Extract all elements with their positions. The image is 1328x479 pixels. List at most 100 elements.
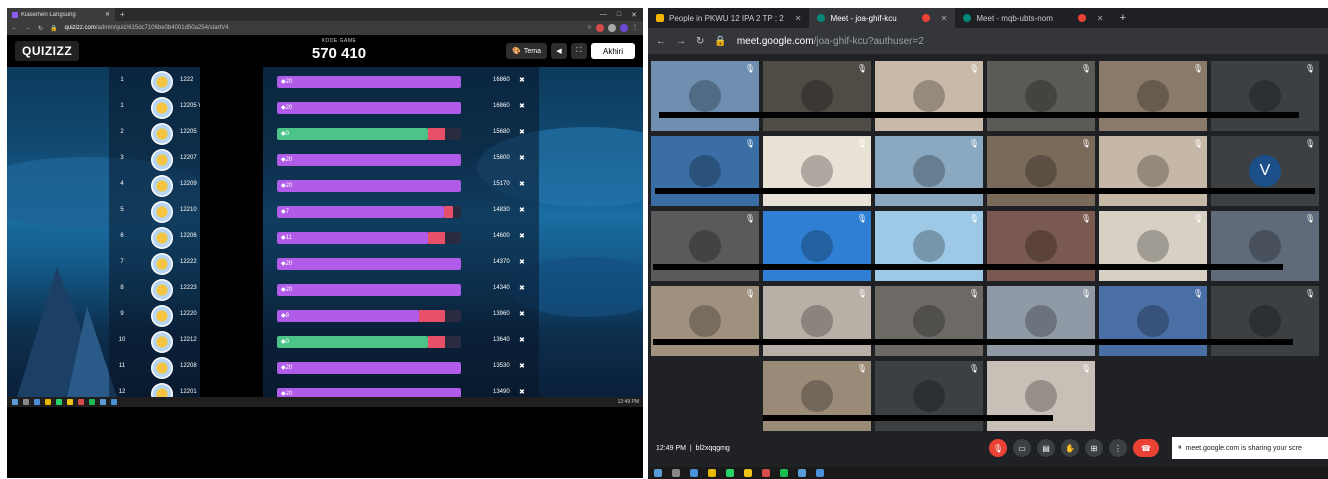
- windows-start-icon[interactable]: [654, 469, 662, 477]
- participant-tile[interactable]: 🎙: [987, 286, 1095, 356]
- star-icon[interactable]: ☆: [587, 24, 592, 32]
- forward-icon[interactable]: →: [676, 36, 686, 47]
- participant-tile[interactable]: 🎙: [763, 136, 871, 206]
- present-button[interactable]: ⊞: [1085, 439, 1103, 457]
- participant-tile[interactable]: 🎙: [651, 286, 759, 356]
- participant-tile[interactable]: 🎙: [1099, 211, 1207, 281]
- task-view-icon[interactable]: [672, 469, 680, 477]
- chrome-icon[interactable]: [67, 399, 73, 405]
- app-icon[interactable]: [762, 469, 770, 477]
- remove-player-icon[interactable]: ✖: [519, 76, 525, 84]
- progress-bar: ◆20: [277, 388, 461, 397]
- remove-player-icon[interactable]: ✖: [519, 258, 525, 266]
- tab-meet-2[interactable]: Meet - mqb-ubts-nom ✕: [955, 8, 1111, 28]
- captions-button[interactable]: ▤: [1037, 439, 1055, 457]
- participant-tile[interactable]: 🎙: [875, 136, 983, 206]
- theme-button[interactable]: 🎨 Tema: [506, 43, 547, 59]
- app-icon[interactable]: [78, 399, 84, 405]
- rank: 4: [120, 181, 124, 187]
- close-icon[interactable]: ✕: [105, 11, 110, 18]
- maximize-icon[interactable]: □: [617, 11, 621, 19]
- remove-player-icon[interactable]: ✖: [519, 362, 525, 370]
- app-icon[interactable]: [816, 469, 824, 477]
- tab-meet-1[interactable]: Meet - joa-ghif-kcu ✕: [809, 8, 956, 28]
- participant-tile[interactable]: 🎙: [763, 61, 871, 131]
- participant-avatar: [1249, 80, 1281, 112]
- remove-player-icon[interactable]: ✖: [519, 388, 525, 396]
- fullscreen-button[interactable]: ⛶: [570, 43, 587, 59]
- remove-player-icon[interactable]: ✖: [519, 336, 525, 344]
- remove-player-icon[interactable]: ✖: [519, 128, 525, 136]
- remove-player-icon[interactable]: ✖: [519, 284, 525, 292]
- participant-tile[interactable]: 🎙: [651, 211, 759, 281]
- remove-player-icon[interactable]: ✖: [519, 180, 525, 188]
- raise-hand-button[interactable]: ✋: [1061, 439, 1079, 457]
- whatsapp-icon[interactable]: [56, 399, 62, 405]
- remove-player-icon[interactable]: ✖: [519, 232, 525, 240]
- participant-tile[interactable]: 🎙 V: [1211, 136, 1319, 206]
- remove-player-icon[interactable]: ✖: [519, 102, 525, 110]
- participant-tile[interactable]: 🎙: [1211, 286, 1319, 356]
- close-window-icon[interactable]: ✕: [631, 11, 637, 19]
- participant-tile[interactable]: 🎙: [1099, 61, 1207, 131]
- minimize-icon[interactable]: —: [600, 11, 607, 19]
- spotify-icon[interactable]: [89, 399, 95, 405]
- tab-people[interactable]: People in PKWU 12 IPA 2 TP : 2 ✕: [648, 8, 809, 28]
- participant-tile[interactable]: 🎙: [875, 61, 983, 131]
- participant-tile[interactable]: 🎙: [763, 211, 871, 281]
- menu-icon[interactable]: ⋮: [632, 24, 638, 32]
- back-icon[interactable]: ←: [656, 36, 666, 47]
- progress-bar: ◆20: [277, 258, 461, 270]
- extension-icon[interactable]: [596, 24, 604, 32]
- app-icon[interactable]: [798, 469, 806, 477]
- participant-tile[interactable]: 🎙: [763, 286, 871, 356]
- url-field[interactable]: quizizz.com/admin/quiz/615dc7106be0b4001…: [65, 25, 580, 31]
- app-icon[interactable]: [111, 399, 117, 405]
- edge-icon[interactable]: [690, 469, 698, 477]
- sound-button[interactable]: ◀: [550, 43, 567, 59]
- participant-tile[interactable]: 🎙: [1211, 211, 1319, 281]
- participant-tile[interactable]: 🎙: [651, 61, 759, 131]
- folder-icon[interactable]: [708, 469, 716, 477]
- participant-tile[interactable]: 🎙: [987, 61, 1095, 131]
- task-view-icon[interactable]: [23, 399, 29, 405]
- end-game-button[interactable]: Akhiri: [590, 43, 635, 59]
- windows-start-icon[interactable]: [12, 399, 18, 405]
- close-icon[interactable]: ✕: [941, 14, 948, 23]
- edge-icon[interactable]: [34, 399, 40, 405]
- close-icon[interactable]: ✕: [1097, 14, 1104, 23]
- leaderboard-row: 4 12209 ◆20 15170 ✖: [109, 173, 539, 199]
- participant-tile[interactable]: 🎙: [875, 211, 983, 281]
- participant-tile[interactable]: 🎙: [1099, 286, 1207, 356]
- camera-button[interactable]: ▭: [1013, 439, 1031, 457]
- more-options-button[interactable]: ⋮: [1109, 439, 1127, 457]
- participant-tile[interactable]: 🎙: [987, 211, 1095, 281]
- remove-player-icon[interactable]: ✖: [519, 310, 525, 318]
- whatsapp-icon[interactable]: [726, 469, 734, 477]
- remove-player-icon[interactable]: ✖: [519, 206, 525, 214]
- participant-tile[interactable]: 🎙: [1099, 136, 1207, 206]
- participant-tile[interactable]: 🎙: [987, 136, 1095, 206]
- reload-icon[interactable]: ↻: [38, 25, 43, 32]
- chrome-icon[interactable]: [744, 469, 752, 477]
- forward-icon[interactable]: →: [25, 25, 31, 31]
- close-icon[interactable]: ✕: [795, 14, 802, 23]
- url-field[interactable]: meet.google.com/joa-ghif-kcu?authuser=2: [737, 36, 924, 47]
- app-icon[interactable]: [100, 399, 106, 405]
- spotify-icon[interactable]: [780, 469, 788, 477]
- leave-call-button[interactable]: ☎: [1133, 439, 1159, 457]
- back-icon[interactable]: ←: [12, 25, 18, 31]
- mic-off-button[interactable]: 🎙: [989, 439, 1007, 457]
- new-tab-icon[interactable]: +: [115, 10, 130, 19]
- participant-tile[interactable]: 🎙: [651, 136, 759, 206]
- remove-player-icon[interactable]: ✖: [519, 154, 525, 162]
- player-name: 12223: [180, 285, 197, 291]
- profile-avatar[interactable]: [620, 24, 628, 32]
- folder-icon[interactable]: [45, 399, 51, 405]
- participant-tile[interactable]: 🎙: [1211, 61, 1319, 131]
- tab-klasemen[interactable]: Klasemen Langsung ✕: [7, 8, 115, 21]
- reload-icon[interactable]: ↻: [696, 36, 704, 47]
- new-tab-icon[interactable]: +: [1112, 12, 1134, 24]
- participant-tile[interactable]: 🎙: [875, 286, 983, 356]
- puzzle-icon[interactable]: [608, 24, 616, 32]
